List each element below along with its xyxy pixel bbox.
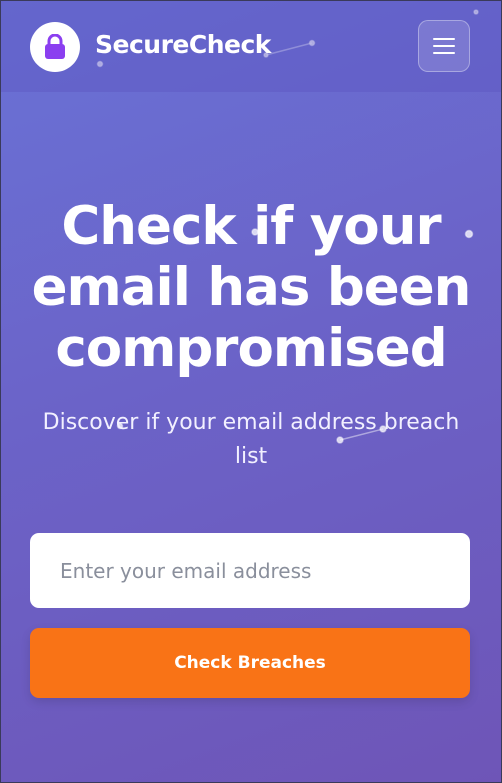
- logo[interactable]: [30, 22, 80, 72]
- brand-name[interactable]: SecureCheck: [95, 30, 271, 59]
- hero-title: Check if your email has been compromised: [31, 196, 472, 379]
- menu-button[interactable]: [418, 20, 470, 72]
- hamburger-menu-icon: [433, 38, 455, 54]
- hero-subtitle: Discover if your email address breach li…: [42, 410, 460, 469]
- check-breaches-button[interactable]: Check Breaches: [30, 628, 470, 698]
- email-input[interactable]: [30, 533, 470, 608]
- lock-icon: [45, 34, 65, 59]
- top-navbar: SecureCheck: [0, 0, 502, 92]
